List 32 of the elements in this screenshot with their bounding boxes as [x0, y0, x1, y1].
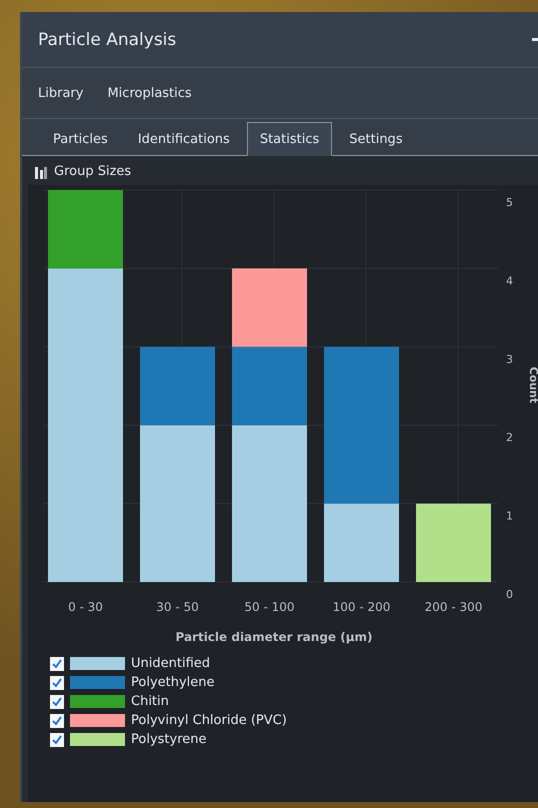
y-tick-label: 5	[506, 196, 513, 209]
y-tick-label: 1	[506, 510, 513, 523]
tab[interactable]: Identifications	[124, 122, 243, 156]
y-axis-title: Count	[527, 366, 538, 404]
legend-label: Polystyrene	[131, 732, 206, 747]
tab[interactable]: Settings	[336, 122, 416, 156]
legend-label: Chitin	[131, 694, 169, 709]
checkbox[interactable]	[50, 656, 64, 670]
y-tick-label: 0	[506, 588, 513, 601]
tab[interactable]: Statistics	[246, 122, 332, 156]
legend-label: Polyvinyl Chloride (PVC)	[131, 713, 287, 728]
x-tick-label: 100 - 200	[332, 600, 390, 614]
y-tick-label: 3	[506, 352, 513, 366]
x-tick-label: 50 - 100	[244, 600, 295, 614]
y-tick-label: 2	[506, 431, 513, 444]
x-tick-label: 30 - 50	[156, 600, 199, 614]
y-tick-label: 4	[506, 274, 513, 288]
bar-chart-icon[interactable]	[34, 164, 48, 178]
x-tick-label: 0 - 30	[68, 600, 103, 614]
checkbox[interactable]	[50, 694, 64, 708]
checkbox[interactable]	[50, 732, 64, 746]
section-title: Group Sizes	[54, 164, 132, 179]
x-axis-title: Particle diameter range (µm)	[175, 630, 373, 644]
breadcrumb-item[interactable]: Microplastics	[107, 86, 192, 100]
tab[interactable]: Particles	[40, 122, 121, 156]
breadcrumb-item[interactable]: Library	[38, 86, 84, 100]
checkbox[interactable]	[50, 714, 64, 728]
legend-label: Unidentified	[131, 656, 210, 671]
x-tick-label: 200 - 300	[424, 600, 482, 614]
legend-label: Polyethylene	[131, 675, 215, 690]
checkbox[interactable]	[50, 676, 64, 690]
window-title: Particle Analysis	[38, 30, 176, 50]
